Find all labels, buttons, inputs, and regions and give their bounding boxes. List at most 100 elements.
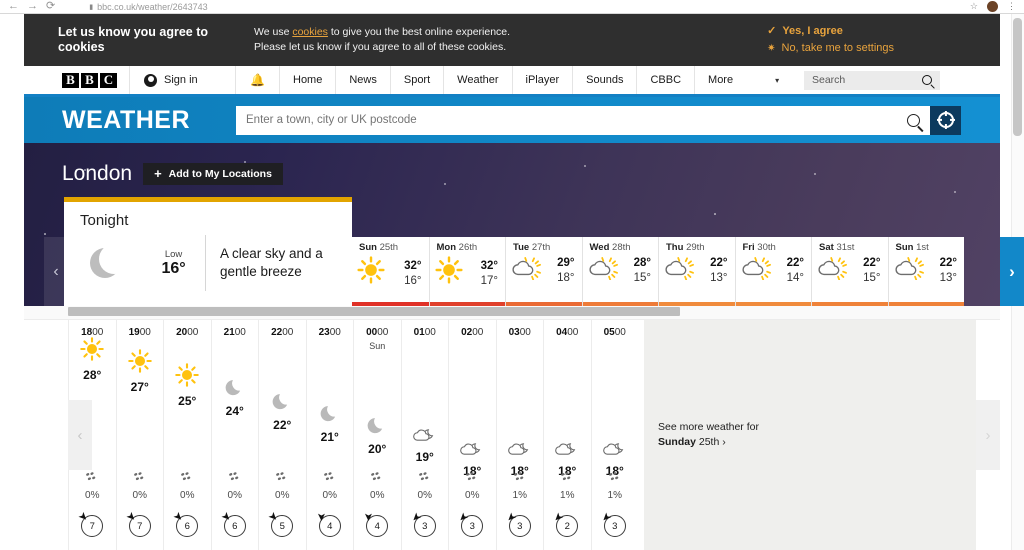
magnifier-icon[interactable] xyxy=(907,113,920,127)
tonight-card[interactable]: Tonight Low 16° A clear sky and a gentle… xyxy=(64,197,352,306)
hourly-forecast-card[interactable]: 0500 18° 1% ➤ 3 xyxy=(590,320,639,550)
hourly-next-button[interactable]: › xyxy=(976,400,1000,470)
nav-item-weather[interactable]: Weather xyxy=(443,66,511,94)
address-bar[interactable]: ▮ bbc.co.uk/weather/2643743 xyxy=(63,0,962,13)
nav-item-sport[interactable]: Sport xyxy=(389,66,443,94)
hour-wind: ➤ 4 xyxy=(307,512,354,537)
day-date: 25th xyxy=(379,242,399,253)
day-forecast-card[interactable]: Thu 29th 22° 13° xyxy=(658,237,735,306)
hourly-forecast-card[interactable]: 2200 22° 0% ➤ 5 xyxy=(258,320,306,550)
hour-wind: ➤ 3 xyxy=(592,510,639,537)
hourly-forecast-card[interactable]: 1900 27° 0% ➤ 7 xyxy=(115,320,164,550)
cookie-accept-button[interactable]: ✓ Yes, I agree xyxy=(767,23,894,40)
cookie-body-pre: We use xyxy=(254,26,293,38)
wind-speed-badge: ➤ 3 xyxy=(504,510,531,537)
day-temps: 22° 13° xyxy=(710,255,734,285)
day-weekday: Tue xyxy=(513,242,530,253)
wind-speed-value: 2 xyxy=(564,520,570,532)
hourly-prev-button[interactable]: ‹ xyxy=(68,400,92,470)
url-text: bbc.co.uk/weather/2643743 xyxy=(97,1,208,12)
back-arrow-icon[interactable]: ← xyxy=(8,1,19,12)
day-temps: 29° 18° xyxy=(557,255,581,285)
location-search-input[interactable] xyxy=(246,114,907,126)
forward-arrow-icon[interactable]: → xyxy=(27,1,38,12)
reload-icon[interactable]: ⟳ xyxy=(46,1,55,12)
day-body: 32° 16° xyxy=(352,253,429,290)
page-title: London xyxy=(62,162,133,185)
page-scrollbar-thumb[interactable] xyxy=(1013,18,1022,136)
see-more-date: 25th xyxy=(695,436,720,448)
hour-temp: 20° xyxy=(368,442,387,456)
horizontal-scrollbar-thumb[interactable] xyxy=(68,307,680,316)
nav-item-iplayer[interactable]: iPlayer xyxy=(511,66,573,94)
kebab-menu-icon[interactable]: ⋮ xyxy=(1007,1,1016,12)
add-to-my-locations-label: Add to My Locations xyxy=(168,168,272,180)
nav-item-cbbc[interactable]: CBBC xyxy=(636,66,694,94)
wind-speed-badge: ➤ 6 xyxy=(219,509,246,537)
see-more-weather-panel[interactable]: See more weather for Sunday 25th › xyxy=(644,320,976,550)
nav-item-home[interactable]: Home xyxy=(279,66,335,94)
hour-time-rest: 00 xyxy=(472,327,484,338)
gear-icon: ✷ xyxy=(767,43,776,54)
hour-precip-value: 0% xyxy=(370,490,385,501)
location-search-box[interactable] xyxy=(236,105,930,135)
bbc-logo[interactable]: B B C xyxy=(24,66,129,94)
weather-header-band: WEATHER xyxy=(24,97,1000,143)
day-forecast-card[interactable]: Mon 26th 32° 17° xyxy=(428,237,505,306)
notification-bell-icon[interactable]: 🔔 xyxy=(235,66,279,94)
day-high: 29° xyxy=(557,257,575,269)
hourly-forecast-card[interactable]: 2100 24° 0% ➤ 6 xyxy=(210,320,258,550)
moon-cloud-icon xyxy=(554,440,580,463)
day-date: 1st xyxy=(916,242,929,253)
day-high: 28° xyxy=(633,257,651,269)
hourly-forecast-card[interactable]: 0400 18° 1% ➤ 2 xyxy=(543,320,591,550)
day-forecast-card[interactable]: Tue 27th 29° 18° xyxy=(505,237,582,306)
sun-cloud-icon xyxy=(510,256,542,285)
sign-in-label: Sign in xyxy=(164,74,198,86)
hour-time: 2200 xyxy=(259,320,306,338)
hourly-forecast-card[interactable]: 0100 19° 0% ➤ 3 xyxy=(400,320,448,550)
hourly-forecast-card[interactable]: 0200 18° 0% ➤ 3 xyxy=(448,320,496,550)
day-forecast-prev-button[interactable]: ‹ xyxy=(44,237,68,306)
hour-condition: 20° xyxy=(354,414,401,456)
hour-time-rest: 00 xyxy=(567,327,579,338)
hour-condition: 28° xyxy=(69,336,116,382)
nav-item-more[interactable]: More ▾ xyxy=(694,66,792,94)
wind-speed-badge: ➤ 5 xyxy=(266,509,294,537)
add-to-my-locations-button[interactable]: + Add to My Locations xyxy=(143,163,283,185)
day-label: Sun 25th xyxy=(352,242,429,253)
day-forecast-card[interactable]: Sun 25th 32° 16° xyxy=(352,237,429,306)
hour-condition: 27° xyxy=(117,348,164,394)
sign-in-button[interactable]: Sign in xyxy=(129,66,235,94)
hour-time-bold: 22 xyxy=(271,327,283,338)
search-input[interactable]: Search xyxy=(804,70,940,90)
hour-time: 0400 xyxy=(544,320,591,338)
star-icon[interactable]: ☆ xyxy=(970,1,978,12)
day-forecast-card[interactable]: Sat 31st 22° 15° xyxy=(811,237,888,306)
avatar[interactable] xyxy=(987,1,998,12)
wind-speed-badge: ➤ 3 xyxy=(456,510,484,537)
day-weekday: Wed xyxy=(589,242,610,253)
moon-cloud-icon xyxy=(602,440,628,463)
tonight-low-label: Low xyxy=(164,248,183,260)
hour-precip-value: 1% xyxy=(560,490,575,501)
moon-icon xyxy=(271,390,293,417)
hour-condition: 22° xyxy=(259,390,306,432)
hourly-forecast-card[interactable]: 0000 Sun 20° 0% ➤ 4 xyxy=(353,320,401,550)
nav-item-sounds[interactable]: Sounds xyxy=(572,66,636,94)
weather-brand[interactable]: WEATHER xyxy=(24,106,236,135)
day-forecast-card[interactable]: Wed 28th 28° 15° xyxy=(581,237,658,306)
moon-icon xyxy=(64,244,146,278)
hour-wind: ➤ 7 xyxy=(117,509,164,537)
hourly-forecast-card[interactable]: 2300 21° 0% ➤ 4 xyxy=(305,320,354,550)
hourly-forecast-card[interactable]: 0300 18° 1% ➤ 3 xyxy=(495,320,543,550)
cookie-settings-button[interactable]: ✷ No, take me to settings xyxy=(767,40,894,57)
cookies-link[interactable]: cookies xyxy=(292,26,328,38)
day-forecast-card[interactable]: Fri 30th 22° 14° xyxy=(734,237,811,306)
day-forecast-card[interactable]: Sun 1st 22° 13° xyxy=(887,237,964,306)
hourly-forecast-section: See more weather for Sunday 25th › 1800 … xyxy=(24,320,1000,550)
day-forecast-next-button[interactable]: › xyxy=(1000,237,1024,306)
hourly-forecast-card[interactable]: 2000 25° 0% ➤ 6 xyxy=(163,320,211,550)
nav-item-news[interactable]: News xyxy=(335,66,390,94)
geolocate-button[interactable] xyxy=(930,105,961,135)
